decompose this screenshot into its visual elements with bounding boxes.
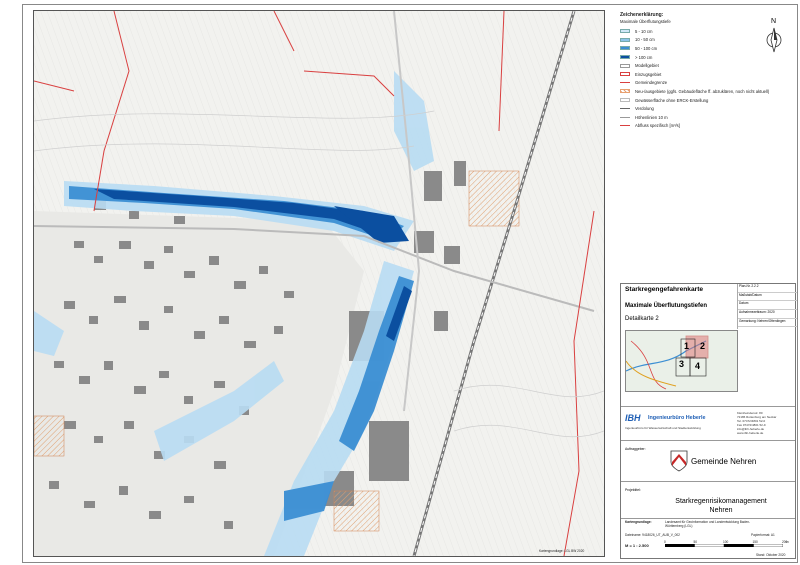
legend-item: Einzugsgebiet (620, 70, 796, 79)
legend-item: Abfluss spezifisch [m³/s] (620, 122, 796, 131)
north-label: N (771, 18, 777, 25)
overview-tile-1[interactable]: 1 (684, 341, 689, 351)
detail-label: Detailkarte 2 (625, 316, 659, 322)
map-subtitle: Maximale Überflutungstiefen (625, 303, 708, 309)
map-footer-note: Kartengrundlage: LGL BW 2020 (539, 549, 585, 553)
scale-bar (665, 544, 783, 547)
meta-field: Maßstab/Datum (738, 293, 797, 302)
divider (621, 481, 795, 482)
divider (621, 518, 795, 519)
overview-tile-4[interactable]: 4 (695, 361, 700, 371)
legend-item: Verdolung (620, 104, 796, 113)
project-title: Starkregenrisikomanagement Nehren (651, 497, 791, 515)
map-scale: M = 1 : 2.500 (625, 543, 649, 548)
basis-label: Kartengrundlage: (625, 520, 652, 524)
basis-text: Landesamt für Geoinformation und Landent… (665, 520, 751, 528)
meta-field: Datum (738, 301, 797, 311)
map-title: Starkregengefahrenkarte (625, 286, 704, 293)
legend-swatch (620, 125, 630, 127)
legend-label: Höhenlinien 10 m (635, 114, 668, 120)
legend-label: Abfluss spezifisch [m³/s] (635, 123, 680, 129)
plan-meta: Plan-Nr. 2.2.2 Maßstab/Datum Datum Aufna… (737, 284, 797, 329)
scale-tick: 50 (693, 540, 698, 544)
legend-label: Einzugsgebiet (635, 71, 662, 77)
divider (621, 440, 795, 441)
map-sheet: Kartengrundlage: LGL BW 2020 Zeichenerkl… (0, 0, 800, 565)
client-name: Gemeinde Nehren (691, 457, 757, 466)
legend-label: Gewässerfläche ohne ERCK-Erstellung (635, 97, 709, 103)
divider (621, 406, 795, 407)
project-label: Projektitel: (625, 488, 641, 492)
legend-swatch (620, 46, 630, 51)
map-canvas (34, 11, 604, 556)
meta-field: Aufnahmezeitraum: 2020 (738, 310, 797, 319)
legend-label: Verdolung (635, 106, 654, 112)
legend-item: Modellgebiet (620, 61, 796, 70)
legend-swatch (620, 29, 630, 34)
project-line-2: Nehren (709, 507, 733, 514)
legend-swatch (620, 82, 630, 84)
legend-item: Gewässerfläche ohne ERCK-Erstellung (620, 96, 796, 105)
scale-tick: 0 (664, 540, 666, 544)
legend-swatch (620, 63, 630, 68)
firm-subtitle: Ingenieurbüro für Wasserwirtschaft und S… (625, 426, 701, 430)
overview-map[interactable]: 1 2 3 4 (625, 330, 738, 392)
title-block: Starkregengefahrenkarte Maximale Überflu… (620, 283, 797, 559)
firm-address: Kleinheindenstr. 80 72186 Rottenburg am … (737, 411, 776, 435)
legend-swatch (620, 37, 630, 42)
client-label: Auftraggeber: (625, 447, 646, 451)
legend-item: Gemeindegrenze (620, 79, 796, 88)
legend-swatch (620, 72, 630, 77)
legend-label: 5 - 10 cm (635, 28, 653, 34)
legend-swatch (620, 89, 630, 94)
paper-format: Papierformat: A1 (751, 533, 775, 537)
coat-of-arms-icon (670, 450, 688, 472)
legend-item: > 100 cm (620, 53, 796, 62)
legend-swatch (620, 116, 630, 118)
scale-tick: 150 (752, 540, 758, 544)
issue-date: Stand: Oktober 2020 (756, 553, 786, 557)
legend-swatch (620, 98, 630, 103)
file-name: Dateiname: 9418026_UT_AUB_V_002 (625, 533, 680, 537)
scale-unit: m (786, 540, 789, 544)
legend-item: Neu-/ausgebiete (ggfs. Gebäudefläche ff.… (620, 87, 796, 96)
flood-map[interactable]: Kartengrundlage: LGL BW 2020 (33, 10, 605, 557)
scale-tick: 100 (723, 540, 729, 544)
north-arrow: N (760, 18, 790, 54)
legend-swatch (620, 108, 630, 110)
legend-label: Neu-/ausgebiete (ggfs. Gebäudefläche ff.… (635, 88, 770, 94)
firm-name: Ingenieurbüro Heberle (648, 415, 706, 421)
legend-swatch (620, 55, 630, 60)
legend-label: 50 - 100 cm (635, 45, 658, 51)
legend-label: Gemeindegrenze (635, 80, 668, 86)
overview-tile-3[interactable]: 3 (679, 359, 684, 369)
legend-label: > 100 cm (635, 54, 653, 60)
project-line-1: Starkregenrisikomanagement (675, 498, 767, 505)
firm-logo: IBH (625, 413, 641, 423)
legend-label: 10 - 50 cm (635, 37, 655, 43)
legend-item: Höhenlinien 10 m (620, 113, 796, 122)
overview-tile-2[interactable]: 2 (700, 341, 705, 351)
address-line: www.ibh-heberle.de (737, 431, 764, 435)
meta-field: Gemarkung: Nehren/Ofterdingen (738, 319, 797, 328)
meta-field: Plan-Nr. 2.2.2 (738, 284, 797, 293)
legend-label: Modellgebiet (635, 63, 659, 69)
